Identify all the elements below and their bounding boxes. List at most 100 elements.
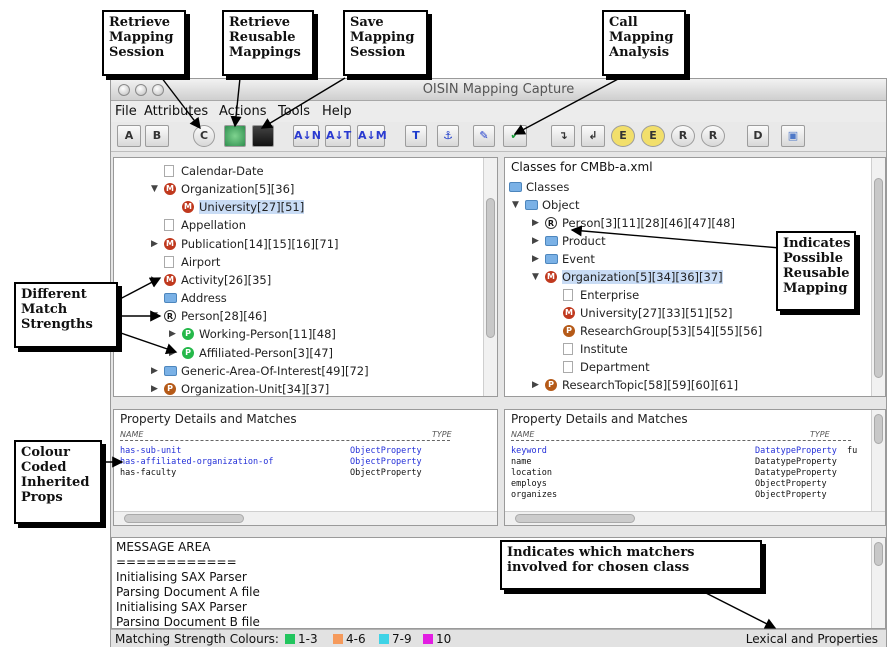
r-left-icon[interactable]: R — [701, 125, 725, 147]
property-name[interactable]: name — [511, 457, 531, 467]
anchor-icon[interactable]: ⚓ — [437, 125, 459, 147]
menu-actions[interactable]: Actions — [219, 104, 267, 119]
open-folder-a-icon[interactable]: A — [117, 125, 141, 147]
document-icon — [563, 343, 573, 355]
collapsed-triangle-icon[interactable]: ▶ — [532, 254, 539, 264]
document-icon — [164, 256, 174, 268]
callout-retrieve-session: Retrieve Mapping Session — [102, 10, 186, 76]
message-line: MESSAGE AREA — [116, 540, 211, 554]
menu-attributes[interactable]: Attributes — [144, 104, 208, 119]
menu-tools[interactable]: Tools — [278, 104, 310, 119]
document-icon — [563, 289, 573, 301]
e-left-icon[interactable]: E — [641, 125, 665, 147]
reusable-mapping-icon: R — [164, 310, 176, 322]
property-name[interactable]: has-affiliated-organization-of — [120, 457, 274, 467]
legend-range-1: 1-3 — [298, 632, 318, 646]
tree-node-label: Affiliated-Person[3][47] — [199, 346, 333, 360]
document-icon — [563, 361, 573, 373]
sort-name-icon[interactable]: A↓N — [293, 125, 321, 147]
document-icon — [164, 165, 174, 177]
message-line: ============ — [116, 555, 237, 569]
match-strength-m-icon: M — [182, 201, 194, 213]
left-tree-scrollbar[interactable] — [483, 158, 497, 396]
left-props-col-type: TYPE — [432, 430, 452, 439]
title-bar: OISIN Mapping Capture — [111, 79, 886, 101]
expanded-triangle-icon[interactable]: ▼ — [512, 200, 519, 210]
window-title: OISIN Mapping Capture — [422, 82, 575, 97]
property-type: ObjectProperty — [350, 446, 422, 456]
callout-colour-coded: Colour Coded Inherited Props — [14, 440, 102, 524]
r-right-icon[interactable]: R — [671, 125, 695, 147]
property-name[interactable]: has-sub-unit — [120, 446, 181, 456]
legend-swatch-2 — [333, 634, 343, 644]
collapsed-triangle-icon[interactable]: ▶ — [151, 275, 158, 285]
message-line: Parsing Document A file — [116, 585, 260, 599]
left-props-col-name: NAME — [120, 430, 144, 439]
legend-swatch-1 — [285, 634, 295, 644]
tree-node-label: Enterprise — [580, 288, 640, 302]
folder-icon — [545, 236, 558, 246]
right-props-hscroll[interactable] — [505, 511, 885, 525]
message-scrollbar[interactable] — [871, 538, 885, 628]
property-type: ObjectProperty — [350, 457, 422, 467]
right-tree-scrollbar[interactable] — [871, 158, 885, 396]
collapsed-triangle-icon[interactable]: ▶ — [151, 239, 158, 249]
document-icon[interactable]: D — [747, 125, 769, 147]
tree-node-label: ResearchTopic[58][59][60][61] — [562, 378, 739, 392]
collapsed-triangle-icon[interactable]: ▶ — [532, 236, 539, 246]
legend-range-4: 10 — [436, 632, 452, 646]
collapsed-triangle-icon[interactable]: ▶ — [151, 366, 158, 376]
tree-node-label: Product — [562, 234, 606, 248]
property-name[interactable]: has-faculty — [120, 468, 176, 478]
tree-node-label: University[27][51] — [199, 200, 305, 214]
collapsed-triangle-icon[interactable]: ▶ — [169, 329, 176, 339]
collapsed-triangle-icon[interactable]: ▶ — [532, 218, 539, 228]
legend-swatch-4 — [423, 634, 433, 644]
property-type: ObjectProperty — [755, 479, 827, 489]
property-name[interactable]: keyword — [511, 446, 547, 456]
legend-swatch-3 — [379, 634, 389, 644]
match-strength-green-icon: P — [182, 328, 194, 340]
collapsed-triangle-icon[interactable]: ▶ — [151, 384, 158, 394]
tree-node-label: Activity[26][35] — [181, 273, 272, 287]
tree-node-label: Airport — [181, 255, 221, 269]
text-icon[interactable]: T — [405, 125, 427, 147]
message-line: Initialising SAX Parser — [116, 600, 247, 614]
arrow-right-icon[interactable]: ↴ — [551, 125, 575, 147]
e-right-icon[interactable]: E — [611, 125, 635, 147]
folder-icon — [164, 366, 177, 376]
folder-icon — [545, 254, 558, 264]
left-class-tree[interactable]: Calendar-Date ▼ M Organization[5][36] M Unive… — [113, 157, 498, 397]
pen-icon[interactable]: ✎ — [473, 125, 495, 147]
property-name[interactable]: location — [511, 468, 552, 478]
tree-node-label: Organization[5][34][36][37] — [562, 270, 723, 284]
reusable-mapping-icon: R — [545, 217, 557, 229]
menu-file[interactable]: File — [115, 104, 137, 119]
retrieve-session-icon[interactable]: C — [193, 125, 215, 147]
retrieve-reusable-icon[interactable] — [224, 125, 246, 147]
expanded-triangle-icon[interactable]: ▼ — [532, 272, 539, 282]
check-analysis-icon[interactable]: ✔ — [503, 125, 527, 147]
arrow-left-icon[interactable]: ↲ — [581, 125, 605, 147]
property-type: DatatypeProperty — [755, 468, 837, 478]
right-props-vscroll[interactable] — [871, 410, 885, 511]
collapsed-triangle-icon[interactable]: ▶ — [169, 348, 176, 358]
left-props-hscroll[interactable] — [114, 511, 497, 525]
menu-bar: File Attributes Actions Tools Help — [111, 101, 886, 122]
expanded-triangle-icon[interactable]: ▼ — [151, 311, 158, 321]
property-name[interactable]: employs — [511, 479, 547, 489]
menu-help[interactable]: Help — [322, 104, 352, 119]
tree-node-label: Event — [562, 252, 595, 266]
callout-retrieve-reusable: Retrieve Reusable Mappings — [222, 10, 314, 76]
property-name[interactable]: organizes — [511, 490, 557, 500]
tree-node-label: Object — [542, 198, 580, 212]
window-icon[interactable]: ▣ — [781, 125, 805, 147]
save-icon[interactable] — [252, 125, 274, 147]
sort-type-icon[interactable]: A↓T — [325, 125, 351, 147]
match-strength-p-icon: P — [545, 379, 557, 391]
match-strength-p-icon: P — [164, 383, 176, 395]
expanded-triangle-icon[interactable]: ▼ — [151, 184, 158, 194]
collapsed-triangle-icon[interactable]: ▶ — [532, 380, 539, 390]
open-folder-b-icon[interactable]: B — [145, 125, 169, 147]
sort-match-icon[interactable]: A↓M — [357, 125, 387, 147]
